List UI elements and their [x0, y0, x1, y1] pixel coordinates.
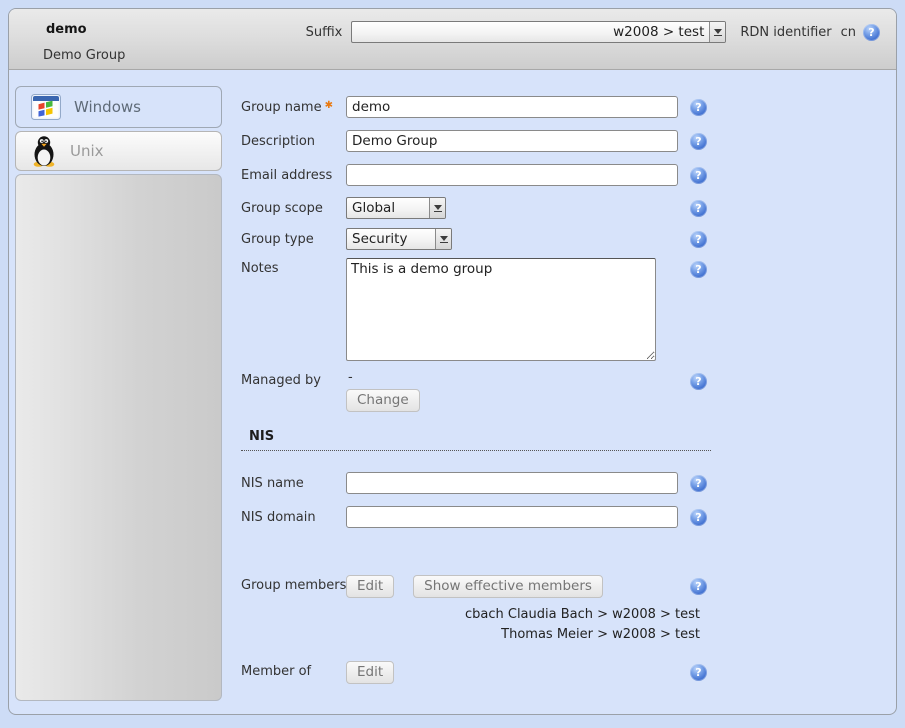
rdn-identifier-label: RDN identifier [740, 25, 831, 40]
description-label: Description [241, 134, 346, 149]
group-type-select[interactable]: Security [346, 228, 452, 250]
help-icon[interactable]: ? [690, 261, 707, 278]
notes-label: Notes [241, 258, 346, 276]
chevron-down-icon [429, 198, 445, 218]
help-icon[interactable]: ? [690, 475, 707, 492]
help-icon[interactable]: ? [690, 373, 707, 390]
windows-logo-icon [31, 94, 61, 120]
group-editor-window: demo Demo Group Suffix w2008 > test RDN … [8, 8, 897, 715]
group-members-label: Group members [241, 575, 346, 593]
notes-textarea[interactable]: This is a demo group [346, 258, 656, 361]
group-name-input[interactable] [346, 96, 678, 118]
managed-by-value: - [346, 370, 353, 387]
group-form: Group name✱ ? Description ? Email addres… [241, 96, 711, 684]
nis-name-input[interactable] [346, 472, 678, 494]
help-icon[interactable]: ? [690, 167, 707, 184]
group-scope-value: Global [347, 200, 429, 216]
tab-unix-label: Unix [70, 142, 104, 160]
group-scope-row: Group scope Global ? [241, 197, 711, 219]
nis-name-row: NIS name ? [241, 472, 711, 494]
help-icon[interactable]: ? [690, 133, 707, 150]
sidebar-panel [15, 174, 222, 701]
help-icon[interactable]: ? [690, 200, 707, 217]
help-icon[interactable]: ? [863, 24, 880, 41]
group-scope-label: Group scope [241, 201, 346, 216]
suffix-label: Suffix [306, 25, 343, 40]
tab-windows-label: Windows [74, 98, 141, 116]
member-of-edit-button[interactable]: Edit [346, 661, 394, 684]
help-icon[interactable]: ? [690, 578, 707, 595]
group-scope-select[interactable]: Global [346, 197, 446, 219]
member-item: Thomas Meier > w2008 > test [241, 625, 700, 645]
nis-name-label: NIS name [241, 476, 346, 491]
help-icon[interactable]: ? [690, 99, 707, 116]
tab-windows[interactable]: Windows [15, 86, 222, 128]
group-type-value: Security [347, 231, 435, 247]
nis-section-title: NIS [241, 429, 711, 451]
nis-domain-input[interactable] [346, 506, 678, 528]
show-effective-members-button[interactable]: Show effective members [413, 575, 603, 598]
sidebar: Windows Unix [15, 86, 222, 701]
description-input[interactable] [346, 130, 678, 152]
tab-unix[interactable]: Unix [15, 131, 222, 171]
group-name-row: Group name✱ ? [241, 96, 711, 118]
tux-penguin-icon [31, 135, 57, 167]
group-members-edit-button[interactable]: Edit [346, 575, 394, 598]
email-input[interactable] [346, 164, 678, 186]
help-icon[interactable]: ? [690, 509, 707, 526]
nis-domain-label: NIS domain [241, 510, 346, 525]
notes-row: Notes This is a demo group ? [241, 258, 711, 361]
header-controls: Suffix w2008 > test RDN identifier cn ? [306, 21, 880, 43]
suffix-select-value: w2008 > test [352, 24, 709, 40]
email-label: Email address [241, 168, 346, 183]
chevron-down-icon [435, 229, 451, 249]
member-list: cbach Claudia Bach > w2008 > test Thomas… [241, 605, 700, 645]
help-icon[interactable]: ? [690, 231, 707, 248]
page-subtitle: Demo Group [43, 48, 125, 63]
chevron-down-icon [709, 22, 725, 42]
rdn-identifier-value: cn [841, 25, 856, 40]
nis-domain-row: NIS domain ? [241, 506, 711, 528]
member-item: cbach Claudia Bach > w2008 > test [241, 605, 700, 625]
required-icon: ✱ [325, 100, 333, 111]
header-bar: demo Demo Group Suffix w2008 > test RDN … [9, 9, 896, 70]
group-members-row: Group members Edit Show effective member… [241, 575, 711, 598]
description-row: Description ? [241, 130, 711, 152]
group-type-row: Group type Security ? [241, 228, 711, 250]
member-of-label: Member of [241, 661, 346, 679]
change-button[interactable]: Change [346, 389, 420, 412]
suffix-select[interactable]: w2008 > test [351, 21, 726, 43]
page-title: demo [46, 22, 87, 37]
managed-by-label: Managed by [241, 370, 346, 388]
managed-by-row: Managed by - Change ? [241, 370, 711, 412]
group-name-label: Group name✱ [241, 100, 346, 115]
member-of-row: Member of Edit ? [241, 661, 711, 684]
help-icon[interactable]: ? [690, 664, 707, 681]
email-row: Email address ? [241, 164, 711, 186]
group-type-label: Group type [241, 232, 346, 247]
